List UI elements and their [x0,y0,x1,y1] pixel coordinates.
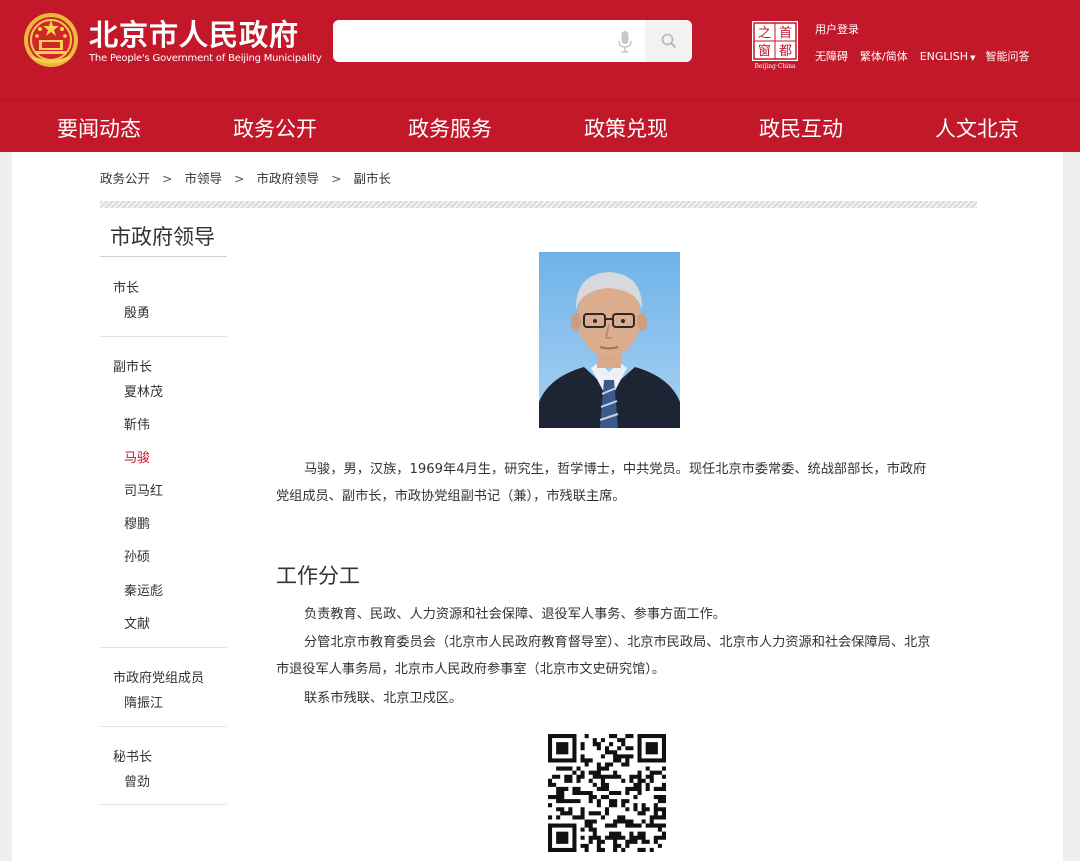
capital-logo-char-0: 之 [758,26,771,41]
english-link[interactable]: ENGLISH [920,50,968,63]
sidebar-person[interactable]: 隋振江 [124,692,163,711]
national-emblem-icon[interactable] [22,11,80,69]
utility-links: 无障碍 繁体/简体 ENGLISH ▼ 智能问答 [815,48,1041,64]
qr-code-icon [548,734,666,852]
nav-item-culture[interactable]: 人文北京 [935,113,1019,143]
sidebar-person[interactable]: 文献 [124,613,150,632]
nav-item-news[interactable]: 要闻动态 [57,113,141,143]
capital-logo-char-2: 都 [779,44,792,59]
breadcrumb-item[interactable]: 市政府领导 [257,171,320,186]
capital-logo-char-3: 窗 [758,43,771,59]
breadcrumb-item[interactable]: 副市长 [354,171,392,186]
sidebar-divider [100,647,227,648]
sidebar-group-secretary-general: 秘书长 [113,750,153,765]
capital-window-logo[interactable]: 之 首 都 窗 Beijing·China [752,21,798,71]
site-title[interactable]: 北京市人民政府 [89,12,299,54]
site-header: 北京市人民政府 The People's Government of Beiji… [0,0,1080,100]
sidebar-title: 市政府领导 [110,225,215,249]
user-login-link[interactable]: 用户登录 [815,21,859,37]
microphone-icon[interactable] [618,31,632,53]
sidebar-person[interactable]: 孙硕 [124,546,150,565]
nav-item-gov-services[interactable]: 政务服务 [408,113,492,143]
search-icon [661,33,677,49]
sidebar-person[interactable]: 司马红 [124,480,163,499]
capital-window-logo-glyphs: 之 首 都 窗 [753,22,797,60]
sidebar-group-party-members: 市政府党组成员 [113,671,205,686]
dropdown-arrow-icon[interactable]: ▼ [970,54,975,62]
sidebar-group-mayor: 市长 [113,281,140,296]
section-divider [100,201,977,208]
site-subtitle: The People's Government of Beijing Munic… [89,53,322,64]
breadcrumb-item[interactable]: 政务公开 [100,171,150,186]
official-portrait [539,252,680,428]
breadcrumb-separator: > [162,171,173,186]
official-bio: 马骏，男，汉族，1969年4月生，研究生，哲学博士，中共党员。现任北京市委常委、… [276,462,927,504]
search-box [333,20,692,62]
breadcrumb: 政务公开 > 市领导 > 市政府领导 > 副市长 [100,168,391,187]
sidebar-person[interactable]: 殷勇 [124,302,150,321]
sidebar-person[interactable]: 靳伟 [124,414,150,433]
breadcrumb-item[interactable]: 市领导 [185,171,223,186]
sidebar-person[interactable]: 秦运彪 [124,580,163,599]
nav-item-policy[interactable]: 政策兑现 [584,113,668,143]
breadcrumb-separator: > [234,171,245,186]
sidebar-title-underline [100,256,227,257]
breadcrumb-separator: > [331,171,342,186]
nav-item-gov-affairs[interactable]: 政务公开 [233,113,317,143]
smart-qa-link[interactable]: 智能问答 [985,50,1029,63]
nav-item-interaction[interactable]: 政民互动 [759,113,843,143]
duty-paragraph: 联系市残联、北京卫戍区。 [304,691,463,706]
accessibility-link[interactable]: 无障碍 [815,50,848,63]
sidebar-divider [100,726,227,727]
duty-section-title: 工作分工 [276,564,360,588]
capital-logo-char-1: 首 [779,26,792,41]
search-input[interactable] [333,20,643,62]
sidebar-group-vice-mayor: 副市长 [113,360,153,375]
capital-window-caption: Beijing·China [754,63,796,70]
duty-paragraph: 负责教育、民政、人力资源和社会保障、退役军人事务、参事方面工作。 [304,607,726,622]
sidebar-person-active[interactable]: 马骏 [124,447,150,466]
sidebar-divider [100,336,227,337]
sidebar-divider [100,804,227,805]
search-button[interactable] [645,20,692,62]
traditional-simplified-link[interactable]: 繁体/简体 [860,50,908,63]
main-nav: 要闻动态 政务公开 政务服务 政策兑现 政民互动 人文北京 [0,100,1080,152]
capital-window-logo-mark: 之 首 都 窗 [752,21,798,61]
duty-paragraph: 分管北京市教育委员会（北京市人民政府教育督导室）、北京市民政局、北京市人力资源和… [276,635,931,677]
sidebar-person[interactable]: 曾劲 [124,771,150,790]
sidebar-person[interactable]: 穆鹏 [124,513,150,532]
sidebar-person[interactable]: 夏林茂 [124,381,163,400]
